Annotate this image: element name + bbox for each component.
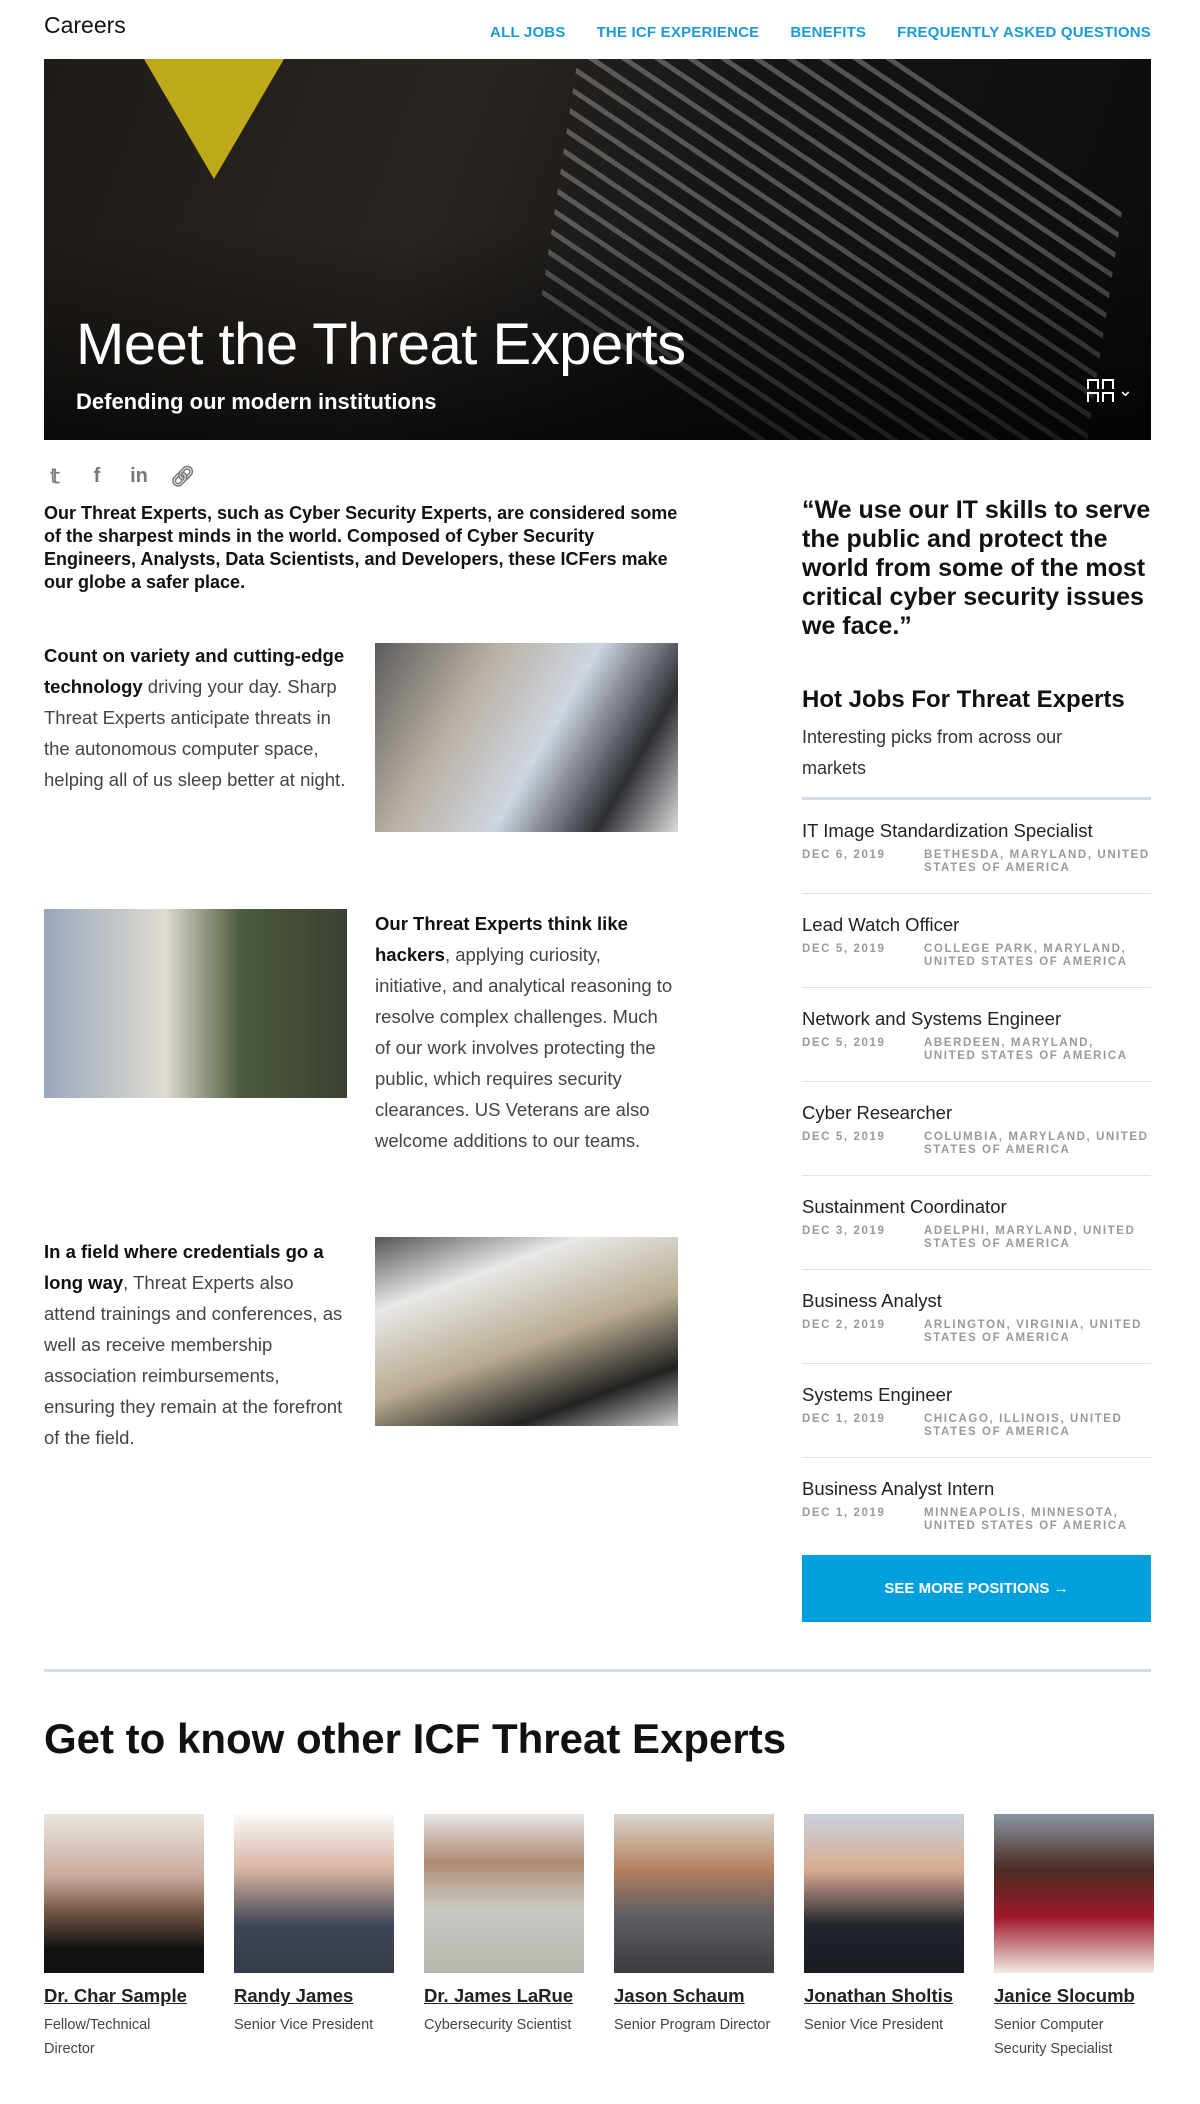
section-1-text: Count on variety and cutting-edge techno… — [44, 645, 346, 790]
expert-role: Senior Vice President — [804, 2017, 944, 2033]
job-location: CHICAGO, ILLINOIS, UNITED STATES OF AMER… — [924, 1413, 1123, 1438]
job-title[interactable]: Cyber Researcher — [802, 1102, 1151, 1124]
job-date: DEC 5, 2019 — [802, 1037, 886, 1049]
job-list-item[interactable]: Business Analyst Intern DEC 1, 2019 MINNEA… — [802, 1458, 1151, 1552]
twitter-icon[interactable]: 𝕥 — [44, 464, 66, 489]
section-3-text: In a field where credentials go a long w… — [44, 1241, 343, 1448]
expert-card: Janice Slocumb Senior Computer Security S… — [994, 1814, 1154, 2061]
expert-name-link[interactable]: Janice Slocumb — [994, 1985, 1154, 2007]
hero-banner: Meet the Threat Experts Defending our mo… — [44, 59, 1151, 440]
gallery-toggle-button[interactable]: ⌄ — [1086, 379, 1133, 402]
job-list-item[interactable]: IT Image Standardization Specialist DEC 6… — [802, 800, 1151, 894]
hot-jobs-list: IT Image Standardization Specialist DEC 6… — [802, 797, 1151, 1552]
hot-jobs-title: Hot Jobs For Threat Experts — [802, 686, 1125, 713]
expert-role: Senior Computer Security Specialist — [994, 2017, 1113, 2057]
link-icon[interactable]: 🔗︎ — [170, 464, 195, 489]
expert-role: Cybersecurity Scientist — [424, 2017, 572, 2033]
experts-title: Get to know other ICF Threat Experts — [44, 1715, 787, 1762]
job-list-item[interactable]: Network and Systems Engineer DEC 5, 2019 A… — [802, 988, 1151, 1082]
job-date: DEC 1, 2019 — [802, 1413, 886, 1425]
nav-icf-experience[interactable]: THE ICF EXPERIENCE — [597, 24, 760, 41]
expert-photo[interactable] — [234, 1814, 394, 1973]
job-date: DEC 2, 2019 — [802, 1319, 886, 1331]
job-date: DEC 5, 2019 — [802, 1131, 886, 1143]
intro-text: Our Threat Experts, such as Cyber Securi… — [44, 503, 678, 592]
gallery-grid-icon — [1086, 379, 1114, 402]
section-2-text: Our Threat Experts think like hackers, a… — [375, 913, 673, 1151]
divider — [44, 1669, 1151, 1672]
expert-photo[interactable] — [424, 1814, 584, 1973]
careers-logo[interactable]: Careers — [44, 12, 126, 39]
expert-card: Dr. Char Sample Fellow/Technical Director — [44, 1814, 204, 2061]
expert-card: Randy James Senior Vice President — [234, 1814, 394, 2061]
job-location: MINNEAPOLIS, MINNESOTA, UNITED STATES OF… — [924, 1507, 1128, 1532]
job-list-item[interactable]: Systems Engineer DEC 1, 2019 CHICAGO, ILLI… — [802, 1364, 1151, 1458]
job-title[interactable]: Lead Watch Officer — [802, 914, 1151, 936]
expert-photo[interactable] — [804, 1814, 964, 1973]
job-list-item[interactable]: Lead Watch Officer DEC 5, 2019 COLLEGE PAR… — [802, 894, 1151, 988]
expert-card: Jason Schaum Senior Program Director — [614, 1814, 774, 2061]
job-date: DEC 5, 2019 — [802, 943, 886, 955]
expert-name-link[interactable]: Jason Schaum — [614, 1985, 774, 2007]
linkedin-icon[interactable]: in — [128, 465, 150, 488]
job-title[interactable]: Business Analyst — [802, 1290, 1151, 1312]
job-title[interactable]: IT Image Standardization Specialist — [802, 820, 1151, 842]
job-title[interactable]: Business Analyst Intern — [802, 1478, 1151, 1500]
job-list-item[interactable]: Business Analyst DEC 2, 2019 ARLINGTON, VI… — [802, 1270, 1151, 1364]
pull-quote: “We use our IT skills to serve the publi… — [802, 496, 1151, 640]
job-location: COLLEGE PARK, MARYLAND, UNITED STATES OF… — [924, 943, 1128, 968]
expert-name-link[interactable]: Jonathan Sholtis — [804, 1985, 964, 2007]
hot-jobs-subtitle: Interesting picks from across our market… — [802, 727, 1063, 778]
job-location: ADELPHI, MARYLAND, UNITED STATES OF AMER… — [924, 1225, 1136, 1250]
hero-title: Meet the Threat Experts — [76, 312, 686, 377]
job-title[interactable]: Systems Engineer — [802, 1384, 1151, 1406]
expert-card: Dr. James LaRue Cybersecurity Scientist — [424, 1814, 584, 2061]
job-location: ARLINGTON, VIRGINIA, UNITED STATES OF AM… — [924, 1319, 1143, 1344]
expert-card: Jonathan Sholtis Senior Vice President — [804, 1814, 964, 2061]
expert-role: Senior Program Director — [614, 2017, 771, 2033]
photo-workstation — [375, 1237, 678, 1426]
job-list-item[interactable]: Sustainment Coordinator DEC 3, 2019 ADELPH… — [802, 1176, 1151, 1270]
photo-analyst-at-desk — [375, 643, 678, 832]
expert-name-link[interactable]: Dr. Char Sample — [44, 1985, 204, 2007]
job-location: COLUMBIA, MARYLAND, UNITED STATES OF AME… — [924, 1131, 1149, 1156]
job-location: ABERDEEN, MARYLAND, UNITED STATES OF AME… — [924, 1037, 1128, 1062]
expert-photo[interactable] — [614, 1814, 774, 1973]
expert-name-link[interactable]: Randy James — [234, 1985, 394, 2007]
job-date: DEC 6, 2019 — [802, 849, 886, 861]
expert-name-link[interactable]: Dr. James LaRue — [424, 1985, 584, 2007]
photo-two-colleagues-laptops — [44, 909, 347, 1098]
expert-role: Fellow/Technical Director — [44, 2017, 151, 2057]
share-bar: 𝕥 f in 🔗︎ — [44, 464, 195, 489]
see-more-positions-button[interactable]: SEE MORE POSITIONS → — [802, 1555, 1151, 1622]
job-date: DEC 3, 2019 — [802, 1225, 886, 1237]
job-date: DEC 1, 2019 — [802, 1507, 886, 1519]
expert-role: Senior Vice President — [234, 2017, 374, 2033]
job-title[interactable]: Network and Systems Engineer — [802, 1008, 1151, 1030]
chevron-down-icon: ⌄ — [1117, 380, 1133, 400]
top-nav: ALL JOBS THE ICF EXPERIENCE BENEFITS FRE… — [490, 24, 1151, 41]
facebook-icon[interactable]: f — [86, 465, 108, 488]
expert-photo[interactable] — [994, 1814, 1154, 1973]
nav-benefits[interactable]: BENEFITS — [790, 24, 866, 41]
job-list-item[interactable]: Cyber Researcher DEC 5, 2019 COLUMBIA, MAR… — [802, 1082, 1151, 1176]
nav-all-jobs[interactable]: ALL JOBS — [490, 24, 566, 41]
experts-list: Dr. Char Sample Fellow/Technical Director… — [44, 1814, 1154, 2061]
hero-subtitle: Defending our modern institutions — [76, 389, 437, 414]
nav-faq[interactable]: FREQUENTLY ASKED QUESTIONS — [897, 24, 1151, 41]
expert-photo[interactable] — [44, 1814, 204, 1973]
job-title[interactable]: Sustainment Coordinator — [802, 1196, 1151, 1218]
job-location: BETHESDA, MARYLAND, UNITED STATES OF AME… — [924, 849, 1150, 874]
